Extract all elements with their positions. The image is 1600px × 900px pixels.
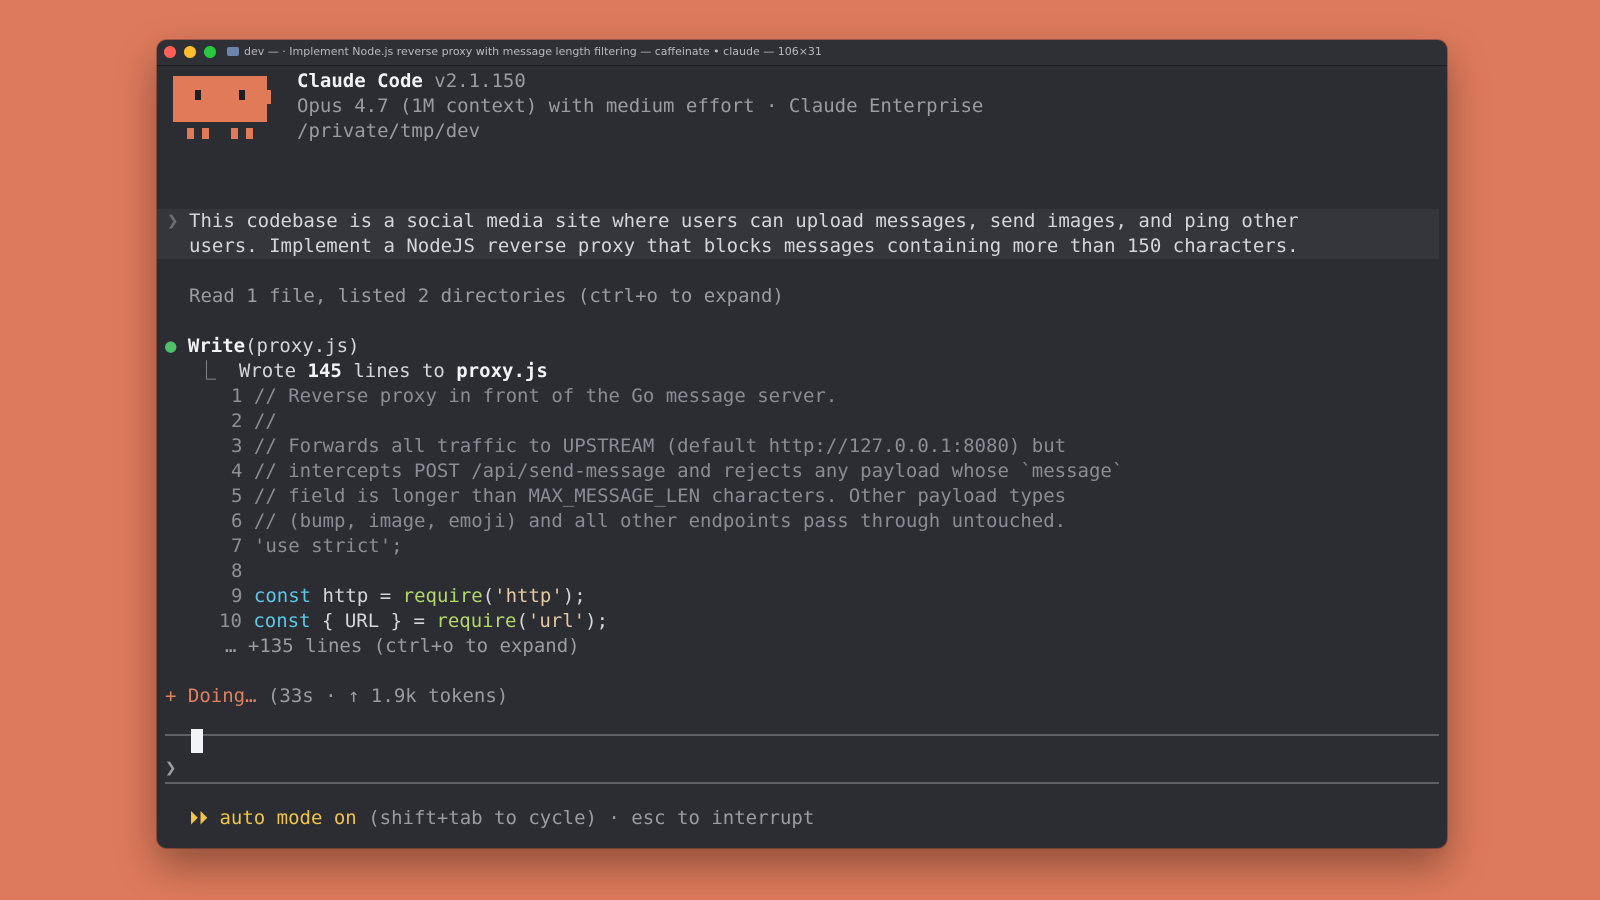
status-label: Doing… [187, 685, 257, 707]
app-name: Claude Code [297, 70, 423, 92]
claude-mascot-icon [173, 76, 271, 139]
line-number: 5 [231, 485, 243, 507]
code-paren: ( [516, 610, 528, 632]
traffic-lights [164, 46, 216, 58]
code-line: 6 // (bump, image, emoji) and all other … [231, 509, 1066, 534]
code-text: { URL } = [310, 610, 437, 632]
app-header: Claude Code v2.1.150 [297, 69, 526, 94]
code-text: // intercepts POST /api/send-message and… [253, 460, 1124, 482]
tool-result-count: 145 [307, 360, 342, 382]
terminal-window: dev — · Implement Node.js reverse proxy … [157, 40, 1447, 848]
code-line: 1 // Reverse proxy in front of the Go me… [231, 384, 837, 409]
close-window-button[interactable] [164, 46, 176, 58]
title-bar: dev — · Implement Node.js reverse proxy … [157, 40, 1447, 66]
code-function: require [436, 610, 517, 632]
code-line: 8 [231, 559, 254, 584]
code-function: require [402, 585, 483, 607]
spinner-icon: + [165, 685, 177, 707]
input-bottom-divider [165, 782, 1439, 784]
code-line: 10 const { URL } = require('url'); [219, 609, 608, 634]
line-number: 1 [231, 385, 243, 407]
status-dot-icon: ● [165, 335, 177, 357]
app-version: v2.1.150 [434, 70, 526, 92]
tool-call-header: ● Write(proxy.js) [165, 334, 360, 359]
code-text: 'use strict'; [253, 535, 403, 557]
line-number: 8 [231, 560, 243, 582]
status-line: + Doing… (33s · ↑ 1.9k tokens) [165, 684, 508, 709]
code-keyword: const [253, 585, 312, 607]
code-line: 9 const http = require('http'); [231, 584, 586, 609]
code-string: 'url' [527, 610, 586, 632]
line-number: 2 [231, 410, 243, 432]
code-string: 'http' [494, 585, 563, 607]
line-number: 7 [231, 535, 243, 557]
line-number: 10 [219, 610, 242, 632]
terminal-content: Claude Code v2.1.150 Opus 4.7 (1M contex… [157, 66, 1447, 848]
auto-mode-label[interactable]: auto mode on [219, 807, 356, 829]
folder-icon [227, 47, 239, 56]
line-number: 9 [231, 585, 243, 607]
tool-name: Write [187, 335, 246, 357]
user-prompt-line-2: users. Implement a NodeJS reverse proxy … [189, 235, 1299, 257]
mode-hint: (shift+tab to cycle) · esc to interrupt [356, 807, 815, 829]
code-paren: ); [562, 585, 586, 607]
mode-footer: ⏵⏵ auto mode on (shift+tab to cycle) · e… [189, 806, 814, 831]
code-text: // Forwards all traffic to UPSTREAM (def… [253, 435, 1067, 457]
code-keyword: const [253, 610, 311, 632]
code-line: 4 // intercepts POST /api/send-message a… [231, 459, 1123, 484]
code-line: 3 // Forwards all traffic to UPSTREAM (d… [231, 434, 1066, 459]
tool-result-mid: lines to [341, 360, 457, 382]
code-paren: ); [585, 610, 609, 632]
code-text: // (bump, image, emoji) and all other en… [253, 510, 1067, 532]
window-title-text: dev — · Implement Node.js reverse proxy … [244, 45, 822, 58]
prompt-chevron-icon: ❯ [167, 210, 179, 232]
status-detail: (33s · ↑ 1.9k tokens) [256, 685, 509, 707]
zoom-window-button[interactable] [204, 46, 216, 58]
user-prompt-line-1: This codebase is a social media site whe… [189, 210, 1299, 232]
tool-result-file: proxy.js [456, 360, 548, 382]
line-number: 3 [231, 435, 243, 457]
tool-arg: (proxy.js) [245, 335, 360, 357]
line-number: 4 [231, 460, 243, 482]
minimize-window-button[interactable] [184, 46, 196, 58]
code-line: 2 // [231, 409, 277, 434]
input-top-divider [165, 734, 1439, 736]
code-line: 7 'use strict'; [231, 534, 403, 559]
tool-result-prefix: Wrote [238, 360, 308, 382]
read-summary[interactable]: Read 1 file, listed 2 directories (ctrl+… [189, 284, 784, 309]
code-paren: ( [482, 585, 495, 607]
auto-mode-arrows-icon: ⏵⏵ [189, 807, 209, 829]
code-text: // Reverse proxy in front of the Go mess… [253, 385, 838, 407]
more-lines-hint[interactable]: … +135 lines (ctrl+o to expand) [225, 634, 580, 659]
line-number: 6 [231, 510, 243, 532]
code-line: 5 // field is longer than MAX_MESSAGE_LE… [231, 484, 1066, 509]
working-directory: /private/tmp/dev [297, 120, 481, 142]
code-text: // field is longer than MAX_MESSAGE_LEN … [253, 485, 1067, 507]
tree-branch-icon: ⎿ [197, 360, 217, 382]
input-chevron-icon: ❯ [165, 757, 177, 779]
code-text: // [253, 410, 277, 432]
tool-result: ⎿ Wrote 145 lines to proxy.js [197, 359, 548, 384]
window-title: dev — · Implement Node.js reverse proxy … [227, 45, 822, 58]
model-info: Opus 4.7 (1M context) with medium effort… [297, 95, 984, 117]
code-text: http = [311, 585, 403, 607]
text-cursor [191, 729, 203, 753]
